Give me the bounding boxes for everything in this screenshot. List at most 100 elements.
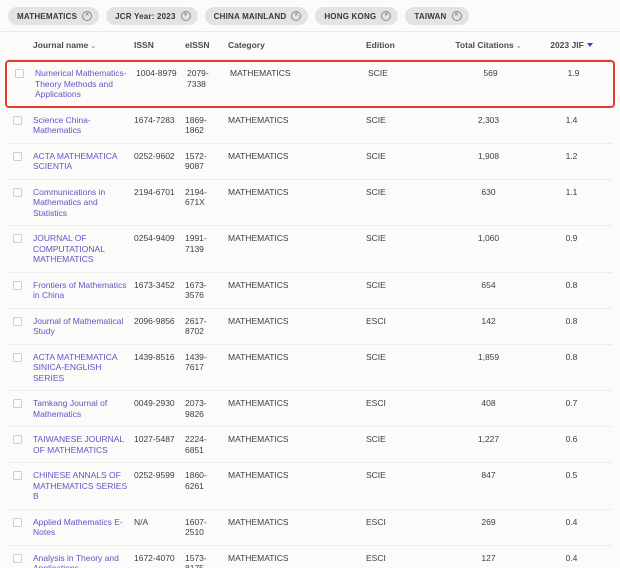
journal-name-link[interactable]: Frontiers of Mathematics in China: [33, 280, 127, 301]
total-citations-value: 847: [446, 470, 531, 481]
filter-chip-label: TAIWAN: [414, 12, 446, 21]
filter-chip[interactable]: MATHEMATICS ✕: [8, 7, 99, 25]
edition-value: SCIE: [366, 470, 446, 481]
row-checkbox[interactable]: [13, 518, 22, 527]
row-checkbox[interactable]: [13, 234, 22, 243]
column-header-issn[interactable]: ISSN: [134, 40, 185, 50]
journal-name-link[interactable]: Journal of Mathematical Study: [33, 316, 123, 337]
remove-filter-icon[interactable]: ✕: [452, 11, 462, 21]
table-row: Frontiers of Mathematics in China 1673-3…: [8, 273, 612, 309]
total-citations-value: 630: [446, 187, 531, 198]
edition-value: SCIE: [366, 233, 446, 244]
filter-chip[interactable]: TAIWAN ✕: [405, 7, 468, 25]
row-checkbox[interactable]: [13, 188, 22, 197]
total-citations-value: 569: [448, 68, 533, 79]
eissn-value: 1991-7139: [185, 233, 228, 254]
row-checkbox[interactable]: [13, 471, 22, 480]
table-row: Communications in Mathematics and Statis…: [8, 180, 612, 227]
eissn-value: 2079-7338: [187, 68, 230, 89]
journal-name-link[interactable]: CHINESE ANNALS OF MATHEMATICS SERIES B: [33, 470, 127, 501]
category-value: MATHEMATICS: [228, 434, 366, 445]
table-row: ACTA MATHEMATICA SINICA-ENGLISH SERIES 1…: [8, 345, 612, 392]
table-row: Numerical Mathematics-Theory Methods and…: [5, 60, 615, 108]
eissn-value: 2617-8702: [185, 316, 228, 337]
journal-name-link[interactable]: Tamkang Journal of Mathematics: [33, 398, 107, 419]
total-citations-value: 142: [446, 316, 531, 327]
total-citations-value: 127: [446, 553, 531, 564]
category-value: MATHEMATICS: [228, 151, 366, 162]
jif-value: 0.9: [531, 233, 612, 244]
table-row: JOURNAL OF COMPUTATIONAL MATHEMATICS 025…: [8, 226, 612, 273]
category-value: MATHEMATICS: [228, 316, 366, 327]
journal-name-link[interactable]: ACTA MATHEMATICA SINICA-ENGLISH SERIES: [33, 352, 117, 383]
total-citations-value: 408: [446, 398, 531, 409]
jif-value: 0.8: [531, 280, 612, 291]
journal-name-link[interactable]: Analysis in Theory and Applications: [33, 553, 119, 568]
filter-chip[interactable]: JCR Year: 2023 ✕: [106, 7, 197, 25]
jif-value: 1.4: [531, 115, 612, 126]
journal-name-link[interactable]: TAIWANESE JOURNAL OF MATHEMATICS: [33, 434, 124, 455]
journal-name-link[interactable]: JOURNAL OF COMPUTATIONAL MATHEMATICS: [33, 233, 105, 264]
row-checkbox[interactable]: [13, 116, 22, 125]
jif-value: 0.8: [531, 316, 612, 327]
edition-value: SCIE: [366, 115, 446, 126]
remove-filter-icon[interactable]: ✕: [82, 11, 92, 21]
total-citations-value: 654: [446, 280, 531, 291]
column-header-journal-name[interactable]: Journal name⌄: [33, 40, 134, 52]
row-checkbox[interactable]: [13, 353, 22, 362]
jif-value: 0.6: [531, 434, 612, 445]
total-citations-value: 1,060: [446, 233, 531, 244]
chevron-down-icon: ⌄: [90, 43, 96, 50]
column-header-total-citations[interactable]: Total Citations⌄: [446, 40, 531, 52]
table-body: Numerical Mathematics-Theory Methods and…: [8, 60, 612, 568]
row-checkbox[interactable]: [13, 317, 22, 326]
jif-value: 1.2: [531, 151, 612, 162]
table-row: ACTA MATHEMATICA SCIENTIA 0252-9602 1572…: [8, 144, 612, 180]
jif-value: 0.8: [531, 352, 612, 363]
remove-filter-icon[interactable]: ✕: [381, 11, 391, 21]
column-header-2023-jif[interactable]: 2023 JIF: [531, 40, 612, 50]
issn-value: 0252-9599: [134, 470, 185, 481]
journal-name-link[interactable]: Applied Mathematics E-Notes: [33, 517, 123, 538]
filter-chip[interactable]: CHINA MAINLAND ✕: [205, 7, 309, 25]
journal-name-link[interactable]: Communications in Mathematics and Statis…: [33, 187, 105, 218]
row-checkbox[interactable]: [15, 69, 24, 78]
journal-name-link[interactable]: Science China-Mathematics: [33, 115, 91, 136]
chevron-down-icon: ⌄: [516, 43, 522, 50]
issn-value: 0252-9602: [134, 151, 185, 162]
issn-value: 1674-7283: [134, 115, 185, 126]
issn-value: 0049-2930: [134, 398, 185, 409]
filter-chip[interactable]: HONG KONG ✕: [315, 7, 398, 25]
category-value: MATHEMATICS: [228, 280, 366, 291]
table-row: Analysis in Theory and Applications 1672…: [8, 546, 612, 568]
category-value: MATHEMATICS: [228, 553, 366, 564]
jif-value: 1.9: [533, 68, 614, 79]
edition-value: SCIE: [366, 434, 446, 445]
journal-name-link[interactable]: Numerical Mathematics-Theory Methods and…: [35, 68, 127, 99]
table-header-row: Journal name⌄ ISSN eISSN Category Editio…: [8, 32, 612, 60]
remove-filter-icon[interactable]: ✕: [181, 11, 191, 21]
row-checkbox[interactable]: [13, 399, 22, 408]
column-header-eissn[interactable]: eISSN: [185, 40, 228, 50]
issn-value: 0254-9409: [134, 233, 185, 244]
eissn-value: 1860-6261: [185, 470, 228, 491]
jif-value: 0.4: [531, 553, 612, 564]
issn-value: 2194-6701: [134, 187, 185, 198]
remove-filter-icon[interactable]: ✕: [291, 11, 301, 21]
edition-value: ESCI: [366, 553, 446, 564]
column-header-category[interactable]: Category: [228, 40, 366, 50]
row-checkbox[interactable]: [13, 281, 22, 290]
category-value: MATHEMATICS: [228, 398, 366, 409]
row-checkbox[interactable]: [13, 554, 22, 563]
edition-value: SCIE: [368, 68, 448, 79]
table-row: CHINESE ANNALS OF MATHEMATICS SERIES B 0…: [8, 463, 612, 510]
journal-name-link[interactable]: ACTA MATHEMATICA SCIENTIA: [33, 151, 117, 172]
eissn-value: 1439-7617: [185, 352, 228, 373]
edition-value: ESCI: [366, 316, 446, 327]
eissn-value: 2073-9826: [185, 398, 228, 419]
row-checkbox[interactable]: [13, 152, 22, 161]
row-checkbox[interactable]: [13, 435, 22, 444]
total-citations-value: 1,227: [446, 434, 531, 445]
column-header-edition[interactable]: Edition: [366, 40, 446, 50]
category-value: MATHEMATICS: [228, 517, 366, 528]
